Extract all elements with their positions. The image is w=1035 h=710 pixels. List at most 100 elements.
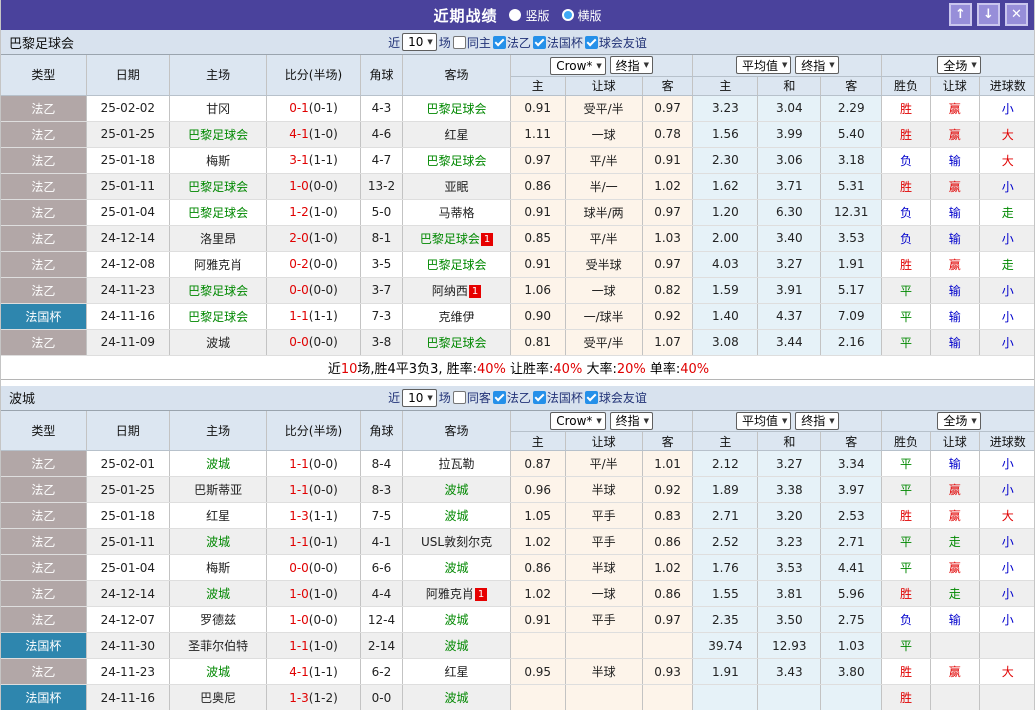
team-link[interactable]: 巴黎足球会: [188, 128, 248, 142]
match-count-select[interactable]: 10▼: [402, 33, 437, 51]
home-team-cell[interactable]: 波城: [169, 659, 266, 685]
home-team-cell[interactable]: 红星: [169, 503, 266, 529]
away-team-cell[interactable]: 巴黎足球会1: [403, 225, 511, 251]
team-link[interactable]: 巴黎足球会: [420, 232, 480, 246]
home-team-cell[interactable]: 巴黎足球会: [169, 173, 266, 199]
away-team-cell[interactable]: 波城: [403, 633, 511, 659]
away-team-cell[interactable]: 克维伊: [403, 303, 511, 329]
bookmaker-select[interactable]: Crow*▼: [550, 57, 606, 75]
team-link[interactable]: 波城: [445, 639, 469, 653]
team-link[interactable]: 圣菲尔伯特: [188, 639, 248, 653]
average-select[interactable]: 平均值▼: [736, 56, 791, 74]
team-link[interactable]: 波城: [445, 509, 469, 523]
team-link[interactable]: 巴黎足球会: [427, 102, 487, 116]
team-link[interactable]: 波城: [445, 613, 469, 627]
away-team-cell[interactable]: 拉瓦勒: [403, 451, 511, 477]
match-count-select[interactable]: 10▼: [402, 389, 437, 407]
away-team-cell[interactable]: 波城: [403, 555, 511, 581]
team-link[interactable]: 梅斯: [206, 154, 230, 168]
away-team-cell[interactable]: 阿雅克肖1: [403, 581, 511, 607]
home-team-cell[interactable]: 巴奥尼: [169, 685, 266, 710]
league-filter-checkbox[interactable]: 法乙: [493, 34, 531, 51]
team-link[interactable]: 甘冈: [206, 102, 230, 116]
team-link[interactable]: 巴黎足球会: [427, 336, 487, 350]
team-link[interactable]: 巴黎足球会: [188, 310, 248, 324]
team-link[interactable]: 阿雅克肖: [426, 587, 474, 601]
away-team-cell[interactable]: 波城: [403, 607, 511, 633]
away-team-cell[interactable]: 巴黎足球会: [403, 147, 511, 173]
away-team-cell[interactable]: 巴黎足球会: [403, 329, 511, 355]
home-team-cell[interactable]: 波城: [169, 581, 266, 607]
team-link[interactable]: 克维伊: [439, 310, 475, 324]
home-team-cell[interactable]: 巴黎足球会: [169, 199, 266, 225]
team-link[interactable]: USL敦刻尔克: [421, 535, 492, 549]
home-team-cell[interactable]: 波城: [169, 329, 266, 355]
close-button[interactable]: ✕: [1005, 3, 1028, 26]
home-team-cell[interactable]: 巴黎足球会: [169, 277, 266, 303]
odds-stage-select-1[interactable]: 终指▼: [610, 56, 653, 74]
away-team-cell[interactable]: 亚眠: [403, 173, 511, 199]
team-link[interactable]: 巴斯蒂亚: [194, 483, 242, 497]
odds-stage-select-1[interactable]: 终指▼: [610, 412, 653, 430]
bookmaker-select[interactable]: Crow*▼: [550, 412, 606, 430]
team-link[interactable]: 巴黎足球会: [427, 154, 487, 168]
away-team-cell[interactable]: 波城: [403, 685, 511, 710]
home-team-cell[interactable]: 圣菲尔伯特: [169, 633, 266, 659]
home-team-cell[interactable]: 巴斯蒂亚: [169, 477, 266, 503]
team-link[interactable]: 波城: [206, 535, 230, 549]
away-team-cell[interactable]: 阿纳西1: [403, 277, 511, 303]
away-team-cell[interactable]: 巴黎足球会: [403, 95, 511, 121]
odds-stage-select-2[interactable]: 终指▼: [795, 56, 838, 74]
away-team-cell[interactable]: 马蒂格: [403, 199, 511, 225]
scroll-up-button[interactable]: ↑: [949, 3, 972, 26]
team-link[interactable]: 波城: [445, 691, 469, 705]
team-link[interactable]: 马蒂格: [439, 206, 475, 220]
layout-radio-vertical[interactable]: 竖版: [509, 7, 549, 24]
home-team-cell[interactable]: 甘冈: [169, 95, 266, 121]
home-team-cell[interactable]: 梅斯: [169, 147, 266, 173]
away-team-cell[interactable]: 红星: [403, 659, 511, 685]
team-link[interactable]: 阿雅克肖: [194, 258, 242, 272]
league-filter-checkbox[interactable]: 法国杯: [533, 389, 583, 406]
fullmatch-select[interactable]: 全场▼: [937, 56, 980, 74]
team-link[interactable]: 巴黎足球会: [188, 180, 248, 194]
same-venue-checkbox[interactable]: 同主: [453, 34, 491, 51]
team-link[interactable]: 波城: [206, 457, 230, 471]
team-link[interactable]: 波城: [206, 587, 230, 601]
home-team-cell[interactable]: 梅斯: [169, 555, 266, 581]
away-team-cell[interactable]: 波城: [403, 503, 511, 529]
team-link[interactable]: 阿纳西: [432, 284, 468, 298]
home-team-cell[interactable]: 波城: [169, 451, 266, 477]
team-link[interactable]: 波城: [445, 561, 469, 575]
team-link[interactable]: 巴黎足球会: [188, 206, 248, 220]
home-team-cell[interactable]: 阿雅克肖: [169, 251, 266, 277]
average-select[interactable]: 平均值▼: [736, 412, 791, 430]
team-link[interactable]: 巴黎足球会: [427, 258, 487, 272]
away-team-cell[interactable]: 红星: [403, 121, 511, 147]
team-link[interactable]: 红星: [445, 128, 469, 142]
scroll-down-button[interactable]: ↓: [977, 3, 1000, 26]
team-link[interactable]: 波城: [445, 483, 469, 497]
team-link[interactable]: 罗德兹: [200, 613, 236, 627]
home-team-cell[interactable]: 波城: [169, 529, 266, 555]
league-filter-checkbox[interactable]: 法乙: [493, 389, 531, 406]
team-link[interactable]: 亚眠: [445, 180, 469, 194]
team-link[interactable]: 巴黎足球会: [188, 284, 248, 298]
home-team-cell[interactable]: 巴黎足球会: [169, 303, 266, 329]
league-filter-checkbox[interactable]: 球会友谊: [585, 34, 647, 51]
layout-radio-horizontal[interactable]: 横版: [562, 7, 602, 24]
team-link[interactable]: 拉瓦勒: [439, 457, 475, 471]
same-venue-checkbox[interactable]: 同客: [453, 389, 491, 406]
home-team-cell[interactable]: 罗德兹: [169, 607, 266, 633]
home-team-cell[interactable]: 巴黎足球会: [169, 121, 266, 147]
away-team-cell[interactable]: 波城: [403, 477, 511, 503]
team-link[interactable]: 梅斯: [206, 561, 230, 575]
team-link[interactable]: 洛里昂: [200, 232, 236, 246]
team-link[interactable]: 波城: [206, 665, 230, 679]
away-team-cell[interactable]: USL敦刻尔克: [403, 529, 511, 555]
team-link[interactable]: 红星: [206, 509, 230, 523]
home-team-cell[interactable]: 洛里昂: [169, 225, 266, 251]
team-link[interactable]: 波城: [206, 336, 230, 350]
fullmatch-select[interactable]: 全场▼: [937, 412, 980, 430]
league-filter-checkbox[interactable]: 球会友谊: [585, 389, 647, 406]
